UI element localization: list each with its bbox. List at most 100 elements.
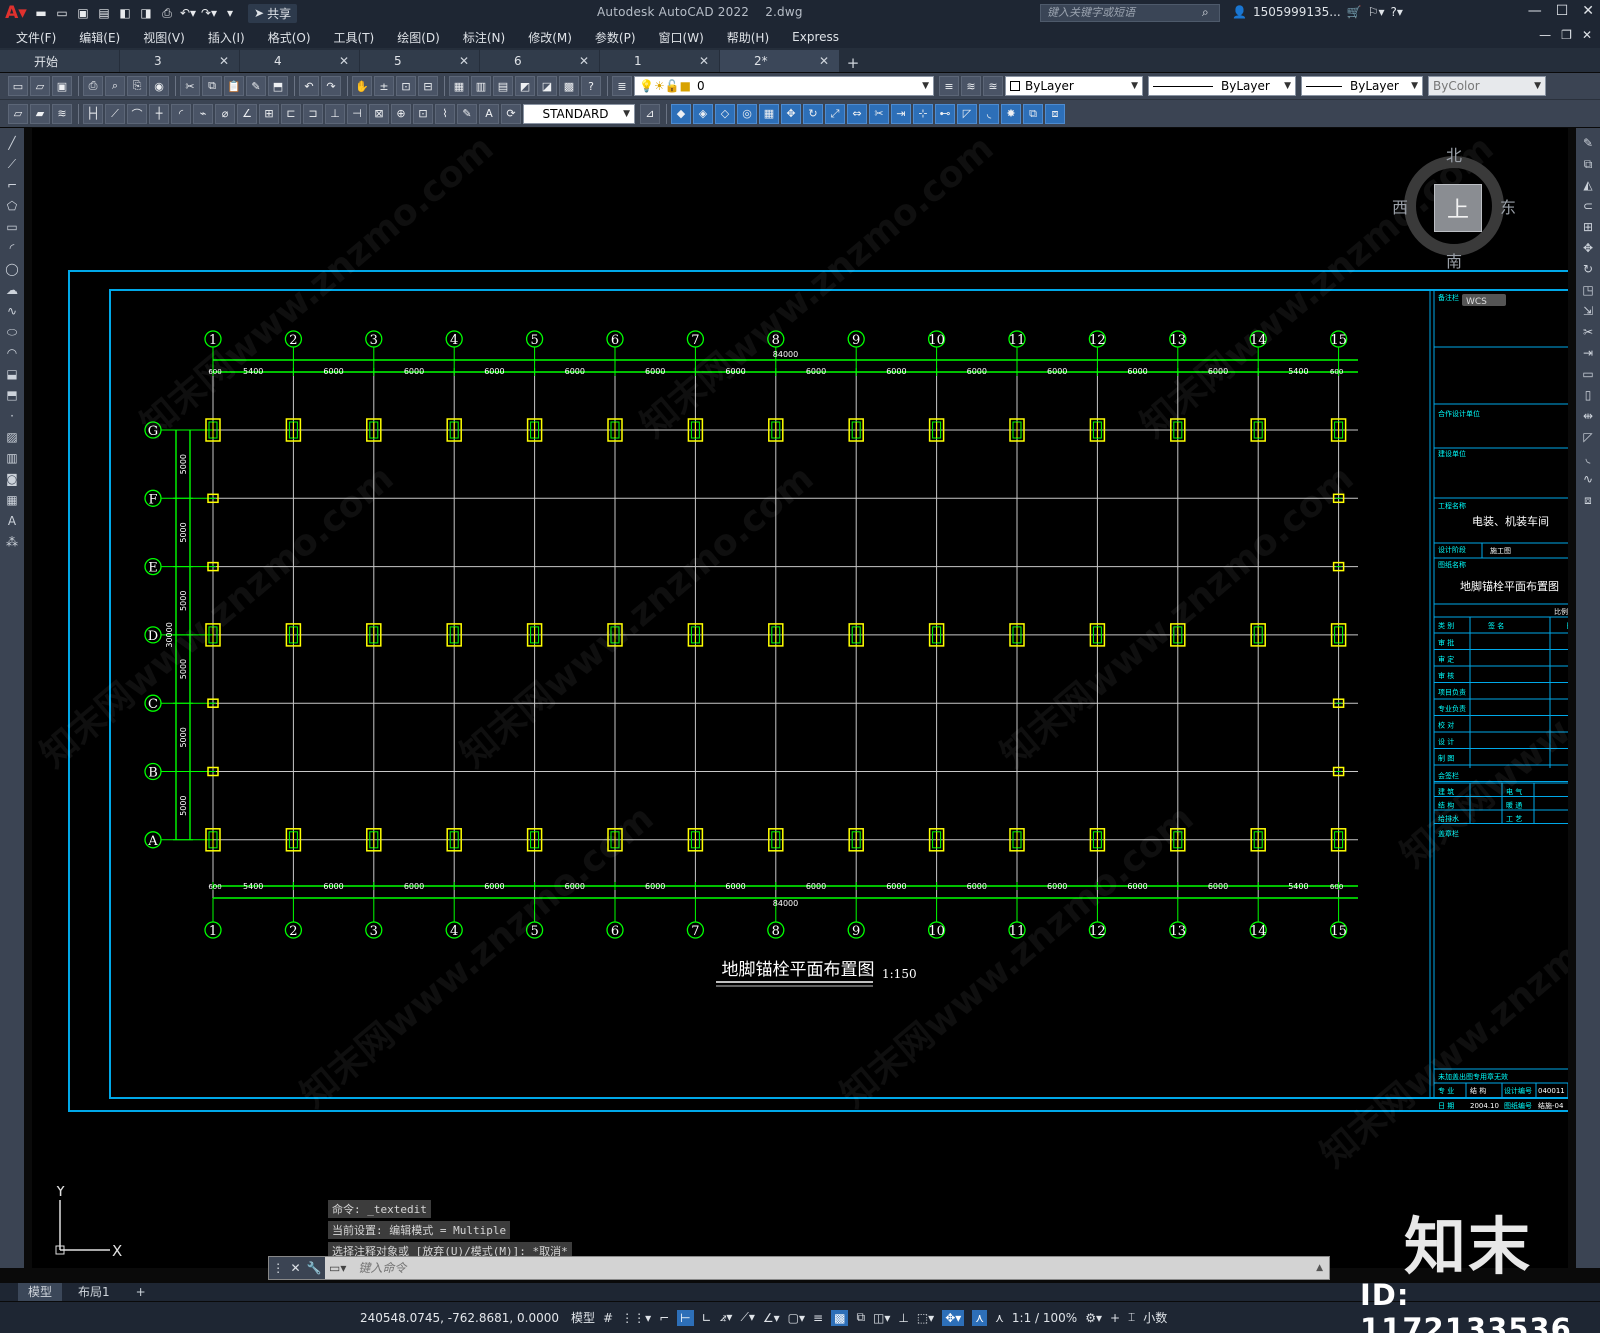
insert-block-icon[interactable]: ⬓ bbox=[3, 365, 21, 383]
menu-express[interactable]: Express bbox=[792, 30, 839, 44]
3d-print-icon[interactable]: ◉ bbox=[149, 76, 169, 96]
copy-icon[interactable]: ⧉ bbox=[202, 76, 222, 96]
tool-palettes-icon[interactable]: ▤ bbox=[493, 76, 513, 96]
jogged-linear-icon[interactable]: ⌇ bbox=[435, 103, 455, 124]
customize-icon[interactable]: 🔧 bbox=[307, 1261, 322, 1275]
angular-dim-icon[interactable]: ∠ bbox=[237, 103, 257, 124]
tab-2-active[interactable]: 2* ✕ bbox=[720, 50, 839, 72]
properties-icon[interactable]: ▦ bbox=[449, 76, 469, 96]
layer-previous-icon[interactable]: ≋ bbox=[961, 76, 981, 96]
quick-dim-icon[interactable]: ⊞ bbox=[259, 103, 279, 124]
table-icon[interactable]: ▦ bbox=[3, 491, 21, 509]
ordinate-dim-icon[interactable]: ┼ bbox=[149, 103, 169, 124]
region-icon[interactable]: ◙ bbox=[3, 470, 21, 488]
annotation-visibility-icon[interactable]: ⋏ bbox=[972, 1309, 988, 1326]
cart-icon[interactable]: 🛒 bbox=[1347, 5, 1362, 19]
tab-5[interactable]: 5 ✕ bbox=[360, 50, 479, 72]
coordinates-readout[interactable]: 240548.0745, -762.8681, 0.0000 bbox=[360, 1311, 559, 1325]
lineweight-icon[interactable]: ≡ bbox=[813, 1311, 823, 1325]
command-input[interactable] bbox=[350, 1257, 1317, 1279]
menu-tools[interactable]: 工具(T) bbox=[334, 29, 375, 46]
view-cube[interactable]: 上 北 南 东 西 bbox=[1392, 142, 1516, 271]
compass-north-label[interactable]: 北 bbox=[1446, 142, 1462, 166]
menu-modify[interactable]: 修改(M) bbox=[528, 29, 572, 46]
lineweight-dropdown[interactable]: ByLayer ▼ bbox=[1301, 76, 1423, 96]
user-account[interactable]: ⌕ 👤 1505999135... 🛒 ⚐▾ ?▾ bbox=[1202, 5, 1403, 20]
doc-restore-icon[interactable]: ❐ bbox=[1561, 28, 1572, 42]
calculator-icon[interactable]: ▩ bbox=[559, 76, 579, 96]
tab-1[interactable]: 1 ✕ bbox=[600, 50, 719, 72]
save-icon[interactable]: ▣ bbox=[52, 76, 72, 96]
compass-west-label[interactable]: 西 bbox=[1392, 194, 1408, 218]
recent-commands-icon[interactable]: ▭▾ bbox=[325, 1261, 350, 1275]
save-as-icon[interactable]: ▤ bbox=[95, 4, 113, 22]
view-cube-top-face[interactable]: 上 bbox=[1434, 184, 1482, 232]
extend-icon[interactable]: ⇥ bbox=[891, 103, 911, 124]
gizmo-icon[interactable]: ✥▾ bbox=[942, 1309, 965, 1326]
account-icon[interactable]: ⚐▾ bbox=[1368, 5, 1385, 19]
rectangle-icon[interactable]: ▭ bbox=[3, 218, 21, 236]
share-button[interactable]: ➤ 共享 bbox=[248, 3, 298, 23]
model-space-toggle[interactable]: 模型 bbox=[571, 1309, 595, 1326]
zoom-previous-icon[interactable]: ⊟ bbox=[418, 76, 438, 96]
minimize-icon[interactable]: — bbox=[1528, 3, 1542, 19]
dynamic-ucs-icon[interactable]: ⊥ bbox=[898, 1311, 908, 1325]
autocad-logo-icon[interactable]: A▾ bbox=[0, 0, 32, 26]
linetype-dropdown[interactable]: ByLayer ▼ bbox=[1148, 76, 1296, 96]
drawing-canvas[interactable]: 1 1 2 2 3 3 4 4 5 5 6 6 7 7 8 8 9 9 10 10 11 11 12 12 13 13 14 14 15… bbox=[32, 128, 1568, 1268]
menu-parametric[interactable]: 参数(P) bbox=[595, 29, 636, 46]
workspace-gear-icon[interactable]: ⚙▾ bbox=[1085, 1311, 1102, 1325]
polar-tracking-icon[interactable]: ⦨▾ bbox=[720, 1310, 733, 1325]
dim-text-edit-icon[interactable]: A bbox=[479, 103, 499, 124]
layer-states-icon[interactable]: ≊ bbox=[983, 76, 1003, 96]
scale-icon[interactable]: ⤢ bbox=[825, 103, 845, 124]
tab-start[interactable]: 开始 bbox=[0, 50, 119, 72]
object-snap-icon[interactable]: ▢▾ bbox=[788, 1311, 805, 1325]
array-icon[interactable]: ▦ bbox=[759, 103, 779, 124]
arc-icon[interactable]: ◜ bbox=[3, 239, 21, 257]
blend-icon[interactable]: ∿ bbox=[1579, 470, 1597, 488]
stretch-icon[interactable]: ⇲ bbox=[1579, 302, 1597, 320]
close-icon[interactable]: ✕ bbox=[339, 54, 349, 68]
save-icon[interactable]: ▣ bbox=[74, 4, 92, 22]
grid-icon[interactable]: # bbox=[603, 1311, 613, 1325]
auto-scale-icon[interactable]: ⋏ bbox=[995, 1311, 1004, 1325]
undo-icon[interactable]: ↶▾ bbox=[179, 4, 197, 22]
units-icon[interactable]: ⌶ bbox=[1128, 1310, 1135, 1325]
make-current-icon[interactable]: ≡ bbox=[939, 76, 959, 96]
layer-iso-icon[interactable]: ▰ bbox=[30, 103, 50, 124]
construction-line-icon[interactable]: ⟋ bbox=[3, 155, 21, 173]
point-icon[interactable]: · bbox=[3, 407, 21, 425]
new-icon[interactable]: ▭ bbox=[8, 76, 28, 96]
ellipse-arc-icon[interactable]: ◠ bbox=[3, 344, 21, 362]
redo-icon[interactable]: ↷ bbox=[321, 76, 341, 96]
center-mark-icon[interactable]: ⊕ bbox=[391, 103, 411, 124]
aligned-dim-icon[interactable]: ⟋ bbox=[105, 103, 125, 124]
plotstyle-dropdown[interactable]: ByColor ▼ bbox=[1428, 76, 1546, 96]
extend-icon[interactable]: ⇥ bbox=[1579, 344, 1597, 362]
zoom-window-icon[interactable]: ⊡ bbox=[396, 76, 416, 96]
menu-insert[interactable]: 插入(I) bbox=[208, 29, 245, 46]
copy-icon[interactable]: ⧉ bbox=[1579, 155, 1597, 173]
rotate-icon[interactable]: ↻ bbox=[1579, 260, 1597, 278]
baseline-dim-icon[interactable]: ⊏ bbox=[281, 103, 301, 124]
join-icon[interactable]: ⊷ bbox=[935, 103, 955, 124]
markup-icon[interactable]: ◪ bbox=[537, 76, 557, 96]
close-icon[interactable]: ✕ bbox=[219, 54, 229, 68]
stretch-icon[interactable]: ⇔ bbox=[847, 103, 867, 124]
customize-qat-icon[interactable]: ▾ bbox=[221, 4, 239, 22]
help-icon[interactable]: ?▾ bbox=[1390, 5, 1402, 19]
line-icon[interactable]: ╱ bbox=[3, 134, 21, 152]
plot-icon[interactable]: ⎙ bbox=[83, 76, 103, 96]
zoom-realtime-icon[interactable]: ± bbox=[374, 76, 394, 96]
tab-6[interactable]: 6 ✕ bbox=[480, 50, 599, 72]
jogged-dim-icon[interactable]: ⌁ bbox=[193, 103, 213, 124]
rotate-icon[interactable]: ↻ bbox=[803, 103, 823, 124]
save-web-icon[interactable]: ◨ bbox=[137, 4, 155, 22]
color-dropdown[interactable]: ByLayer ▼ bbox=[1005, 76, 1143, 96]
revcloud-icon[interactable]: ☁ bbox=[3, 281, 21, 299]
match-properties-icon[interactable]: ✎ bbox=[246, 76, 266, 96]
arc-length-icon[interactable]: ⌒ bbox=[127, 103, 147, 124]
undo-icon[interactable]: ↶ bbox=[299, 76, 319, 96]
transparency-icon[interactable]: ▩ bbox=[831, 1309, 849, 1326]
